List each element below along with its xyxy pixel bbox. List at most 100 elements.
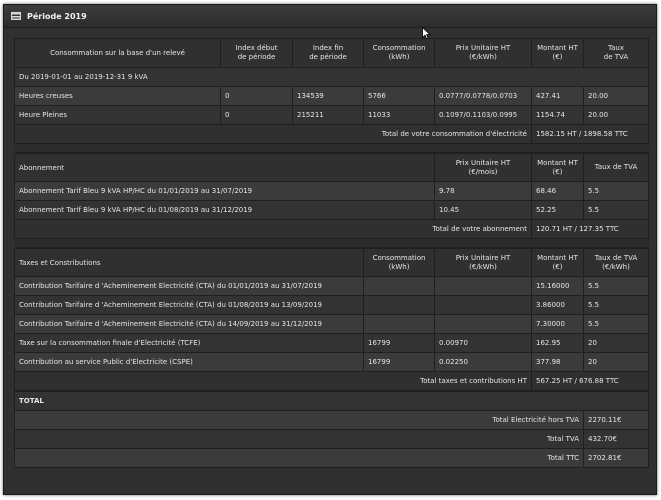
subscription-table: Abonnement Prix Unitaire HT (€/mois) Monta… bbox=[14, 153, 649, 248]
taxes-header-1: Prix Unitaire HT (€/kWh) bbox=[434, 248, 532, 277]
taxes-cell: Taxe sur la consommation finale d'Electr… bbox=[14, 333, 364, 353]
consumption-header-line: de période bbox=[237, 53, 276, 61]
subscription-cell: Abonnement Tarif Bleu 9 kVA HP/HC du 01/… bbox=[14, 200, 435, 220]
subscription-total-label: Total de votre abonnement bbox=[14, 219, 532, 239]
total-row: Total Electricité hors TVA 2270.11€ bbox=[14, 410, 649, 430]
subscription-cell: 9.78 bbox=[434, 181, 532, 201]
spacer bbox=[14, 238, 649, 248]
consumption-row: Heure Pleines 0 215211 11033 0.1097/0.1103/0… bbox=[14, 105, 649, 125]
taxes-cell bbox=[434, 276, 532, 296]
consumption-header-0: Consommation sur la base d'un relevé bbox=[14, 38, 221, 68]
consumption-header-3: Consommation (kWh) bbox=[363, 38, 435, 68]
subscription-cell: 68.46 bbox=[531, 181, 584, 201]
consumption-header-line: de TVA bbox=[603, 53, 629, 61]
taxes-cell: Contribution Tarifaire d 'Acheminement E… bbox=[14, 314, 364, 334]
consumption-header-line: (€/kWh) bbox=[469, 53, 497, 61]
taxes-header-0: Consommation (kWh) bbox=[363, 248, 435, 277]
total-row: Total TVA 432.70€ bbox=[14, 429, 649, 449]
consumption-header-2: Index fin de période bbox=[292, 38, 364, 68]
taxes-header-line: Consommation bbox=[372, 253, 426, 262]
taxes-cell: 16799 bbox=[363, 333, 435, 353]
taxes-header-line: Taux de TVA bbox=[594, 253, 638, 262]
subscription-header-0: Prix Unitaire HT (€/mois) bbox=[434, 153, 532, 182]
taxes-total-row: Total taxes et contributions HT 567.25 H… bbox=[14, 371, 649, 391]
consumption-header-1: Index début de période bbox=[220, 38, 293, 68]
subscription-cell: Abonnement Tarif Bleu 9 kVA HP/HC du 01/… bbox=[14, 181, 435, 201]
panel-title: Période 2019 bbox=[27, 11, 87, 21]
consumption-cell: Heures creuses bbox=[14, 86, 221, 106]
consumption-cell: Heure Pleines bbox=[14, 105, 221, 125]
taxes-cell: Contribution Tarifaire d 'Acheminement E… bbox=[14, 276, 364, 296]
consumption-cell: 134539 bbox=[292, 86, 364, 106]
consumption-total-row: Total de votre consommation d'électricit… bbox=[14, 124, 649, 144]
consumption-cell: 1154.74 bbox=[531, 105, 584, 125]
subscription-title: Abonnement bbox=[14, 153, 435, 182]
subscription-cell: 5.5 bbox=[583, 181, 649, 201]
taxes-header-line: (€/kWh) bbox=[469, 262, 497, 271]
consumption-cell: 215211 bbox=[292, 105, 364, 125]
spacer bbox=[14, 143, 649, 153]
consumption-header-line: (€) bbox=[552, 53, 563, 61]
taxes-table: Taxes et Constributions Consommation (kWh… bbox=[14, 248, 649, 391]
consumption-total-label: Total de votre consommation d'électricit… bbox=[14, 124, 532, 144]
subscription-header-line: (€) bbox=[552, 167, 563, 176]
total-title-row: TOTAL bbox=[14, 391, 649, 411]
subscription-header-line: Prix Unitaire HT bbox=[455, 158, 511, 167]
subscription-cell: 5.5 bbox=[583, 200, 649, 220]
subscription-cell: 10.45 bbox=[434, 200, 532, 220]
total-cell: Total TVA bbox=[14, 429, 584, 449]
subscription-row: Abonnement Tarif Bleu 9 kVA HP/HC du 01/… bbox=[14, 200, 649, 220]
total-title: TOTAL bbox=[14, 391, 649, 411]
subscription-header-line: Montant HT bbox=[537, 158, 578, 167]
taxes-cell bbox=[363, 295, 435, 315]
taxes-row: Contribution au service Public d'Electri… bbox=[14, 352, 649, 372]
total-table: TOTAL Total Electricité hors TVA 2270.11€… bbox=[14, 391, 649, 468]
taxes-cell: 3.86000 bbox=[531, 295, 584, 315]
consumption-header-row: Consommation sur la base d'un relevé Inde… bbox=[14, 38, 649, 68]
consumption-header-line: Index fin bbox=[312, 44, 344, 52]
subscription-total-value: 120.71 HT / 127.35 TTC bbox=[531, 219, 649, 239]
total-cell: 2270.11€ bbox=[583, 410, 649, 430]
subscription-header-line: Taux de TVA bbox=[594, 163, 638, 171]
consumption-header-line: Taux bbox=[608, 44, 624, 52]
consumption-header-line: Consommation bbox=[372, 44, 426, 52]
taxes-cell: 20 bbox=[583, 333, 649, 353]
taxes-header-line: Montant HT bbox=[537, 253, 578, 262]
period-label: Du 2019-01-01 au 2019-12-31 9 kVA bbox=[14, 67, 649, 87]
table-icon bbox=[11, 12, 21, 20]
taxes-cell bbox=[434, 314, 532, 334]
subscription-header-2: Taux de TVA bbox=[583, 153, 649, 182]
total-cell: 2702.81€ bbox=[583, 448, 649, 468]
subscription-cell: 52.25 bbox=[531, 200, 584, 220]
total-cell: 432.70€ bbox=[583, 429, 649, 449]
subscription-total-row: Total de votre abonnement 120.71 HT / 12… bbox=[14, 219, 649, 239]
taxes-cell: 5.5 bbox=[583, 276, 649, 296]
taxes-header-line: Prix Unitaire HT bbox=[455, 253, 511, 262]
taxes-row: Contribution Tarifaire d 'Acheminement E… bbox=[14, 314, 649, 334]
consumption-cell: 0 bbox=[220, 86, 293, 106]
taxes-cell bbox=[363, 276, 435, 296]
taxes-cell: 20 bbox=[583, 352, 649, 372]
period-row: Du 2019-01-01 au 2019-12-31 9 kVA bbox=[14, 67, 649, 87]
taxes-cell: 7.30000 bbox=[531, 314, 584, 334]
total-row: Total TTC 2702.81€ bbox=[14, 448, 649, 468]
taxes-total-value: 567.25 HT / 676.88 TTC bbox=[531, 371, 649, 391]
consumption-header-5: Montant HT (€) bbox=[531, 38, 584, 68]
taxes-header-2: Montant HT (€) bbox=[531, 248, 584, 277]
taxes-cell: Contribution au service Public d'Electri… bbox=[14, 352, 364, 372]
consumption-cell: 20.00 bbox=[583, 105, 649, 125]
consumption-header-line: de période bbox=[309, 53, 347, 61]
taxes-title: Taxes et Constributions bbox=[14, 248, 364, 277]
period-panel: Période 2019 Consommation sur la base d'… bbox=[3, 4, 657, 495]
consumption-header-line: Index début bbox=[235, 44, 278, 52]
taxes-cell: 0.00970 bbox=[434, 333, 532, 353]
taxes-cell: 0.02250 bbox=[434, 352, 532, 372]
consumption-header-line: Montant HT bbox=[537, 44, 578, 52]
taxes-cell: Contribution Tarifaire d 'Acheminement E… bbox=[14, 295, 364, 315]
taxes-header-line: (kWh) bbox=[388, 262, 410, 271]
taxes-row: Contribution Tarifaire d 'Acheminement E… bbox=[14, 276, 649, 296]
panel-header[interactable]: Période 2019 bbox=[4, 5, 656, 28]
consumption-cell: 0.1097/0.1103/0.0995 bbox=[434, 105, 532, 125]
taxes-header-line: (€) bbox=[552, 262, 563, 271]
consumption-cell: 0 bbox=[220, 105, 293, 125]
